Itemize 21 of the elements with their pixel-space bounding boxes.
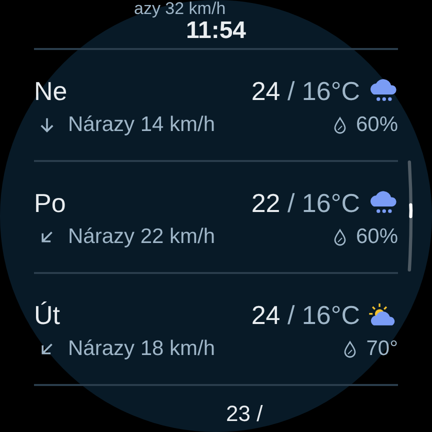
humidity-drop-icon (332, 228, 348, 246)
humidity-text: 70° (366, 337, 398, 361)
humidity-drop-icon (332, 116, 348, 134)
humidity-drop-icon (342, 340, 358, 358)
day-label: Út (34, 300, 61, 330)
day-label: Po (34, 188, 67, 218)
wind-gust-text: azy 32 km/h (134, 0, 226, 18)
wind-gust-text: Nárazy 14 km/h (68, 113, 216, 137)
low-temperature: / 16°C (286, 188, 360, 218)
clock-time: 11:54 (186, 19, 246, 43)
low-temperature: / 16°C (286, 300, 360, 330)
wind-gust-text: Nárazy 22 km/h (68, 225, 216, 249)
humidity-text: 60% (356, 225, 398, 249)
high-temperature: 22 (251, 188, 280, 218)
high-temperature: 23 / (226, 401, 263, 426)
high-temperature: 24 (251, 76, 280, 106)
low-temperature: / 16°C (286, 76, 360, 106)
humidity-text: 60% (356, 113, 398, 137)
wind-gust-text: Nárazy 18 km/h (68, 337, 216, 361)
day-label: Ne (34, 76, 68, 106)
high-temperature: 24 (251, 300, 280, 330)
